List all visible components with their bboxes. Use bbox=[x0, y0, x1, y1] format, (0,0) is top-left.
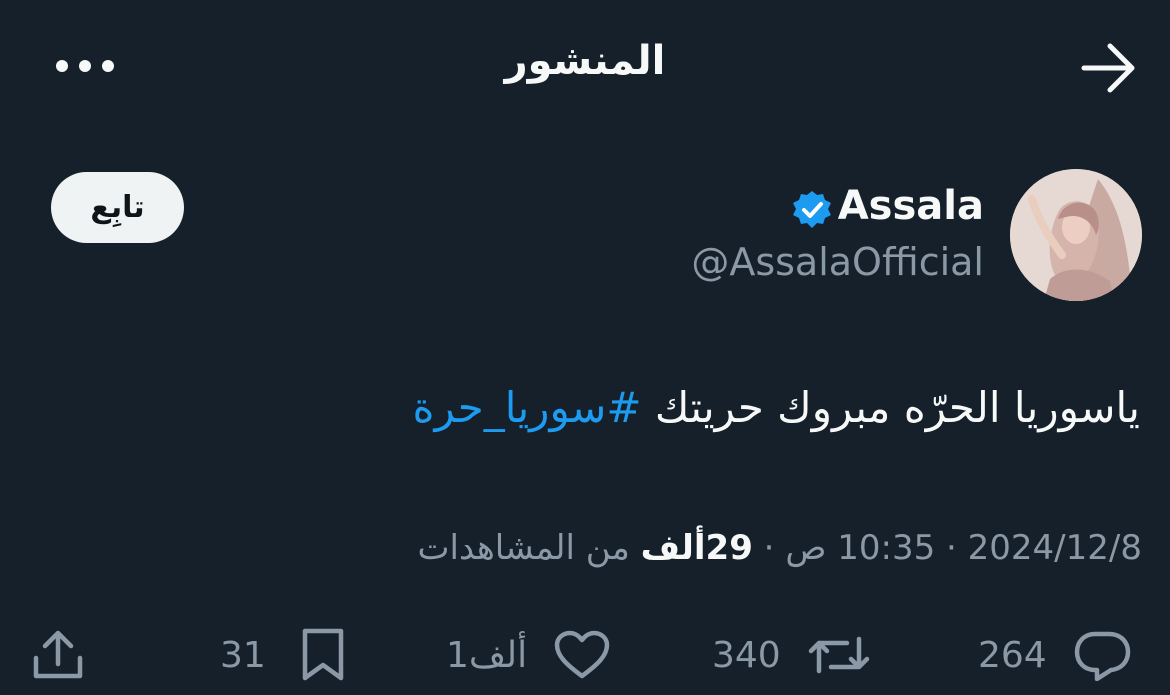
bookmark-icon bbox=[300, 627, 346, 683]
tweet-detail-page: المنشور Assala @AssalaOfficial تابِع ياس… bbox=[0, 0, 1170, 695]
display-name[interactable]: Assala bbox=[838, 183, 984, 229]
reply-count: 264 bbox=[978, 634, 1047, 676]
share-icon bbox=[32, 628, 84, 682]
page-title: المنشور bbox=[504, 38, 666, 84]
meta-separator: · bbox=[935, 528, 968, 568]
reply-icon bbox=[1073, 629, 1131, 681]
tweet-date[interactable]: 2024/12/8 bbox=[968, 528, 1142, 568]
repost-count: 340 bbox=[712, 634, 781, 676]
meta-separator: · bbox=[752, 528, 786, 568]
tweet-body: ياسوريا الحرّه مبروك حريتك bbox=[641, 383, 1140, 432]
heart-icon bbox=[553, 629, 611, 681]
verified-badge-icon bbox=[791, 189, 833, 231]
hashtag-link[interactable]: #سوريا_حرة bbox=[413, 383, 642, 432]
repost-icon bbox=[807, 629, 871, 681]
top-bar: المنشور bbox=[0, 0, 1170, 135]
avatar[interactable] bbox=[1010, 169, 1142, 301]
tweet-time[interactable]: 10:35 ص bbox=[785, 528, 935, 568]
views-label: من المشاهدات bbox=[417, 528, 641, 568]
back-arrow-icon[interactable] bbox=[1080, 42, 1138, 94]
action-bar: 264 340 1ألف 31 bbox=[0, 615, 1170, 695]
reply-action[interactable]: 264 bbox=[978, 615, 1131, 695]
repost-action[interactable]: 340 bbox=[712, 615, 871, 695]
like-action[interactable]: 1ألف bbox=[446, 615, 611, 695]
share-action[interactable] bbox=[32, 615, 84, 695]
tweet-meta: 2024/12/8 · 10:35 ص · 29ألف من المشاهدات bbox=[418, 528, 1142, 568]
follow-button[interactable]: تابِع bbox=[51, 172, 184, 243]
tweet-text: ياسوريا الحرّه مبروك حريتك #سوريا_حرة bbox=[40, 383, 1140, 432]
user-handle[interactable]: @AssalaOfficial bbox=[691, 240, 984, 284]
bookmark-count: 31 bbox=[220, 634, 266, 676]
like-count: 1ألف bbox=[446, 634, 528, 676]
bookmark-action[interactable]: 31 bbox=[220, 615, 346, 695]
views-count: 29ألف bbox=[640, 528, 753, 568]
